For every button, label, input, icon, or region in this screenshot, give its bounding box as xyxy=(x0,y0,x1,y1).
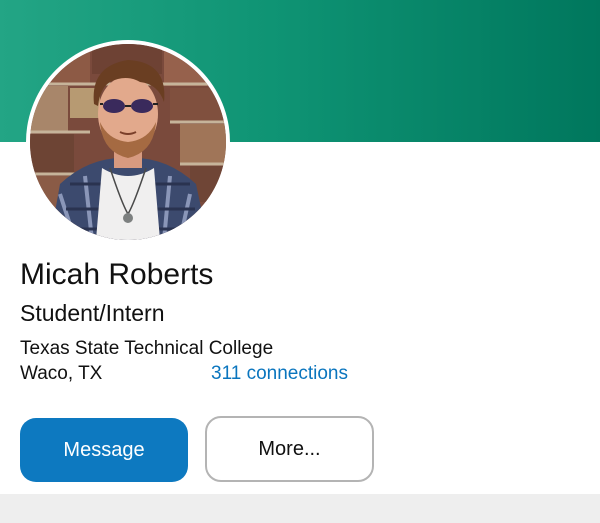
message-button[interactable]: Message xyxy=(20,418,188,482)
profile-organization: Texas State Technical College xyxy=(20,338,274,359)
section-divider xyxy=(0,494,600,523)
profile-headline: Student/Intern xyxy=(20,300,165,326)
profile-name: Micah Roberts xyxy=(20,258,214,291)
profile-avatar[interactable] xyxy=(30,44,226,240)
profile-location: Waco, TX xyxy=(20,363,103,384)
more-button[interactable]: More... xyxy=(205,416,374,482)
avatar-photo xyxy=(30,44,226,240)
connections-link[interactable]: 311 connections xyxy=(211,363,348,385)
